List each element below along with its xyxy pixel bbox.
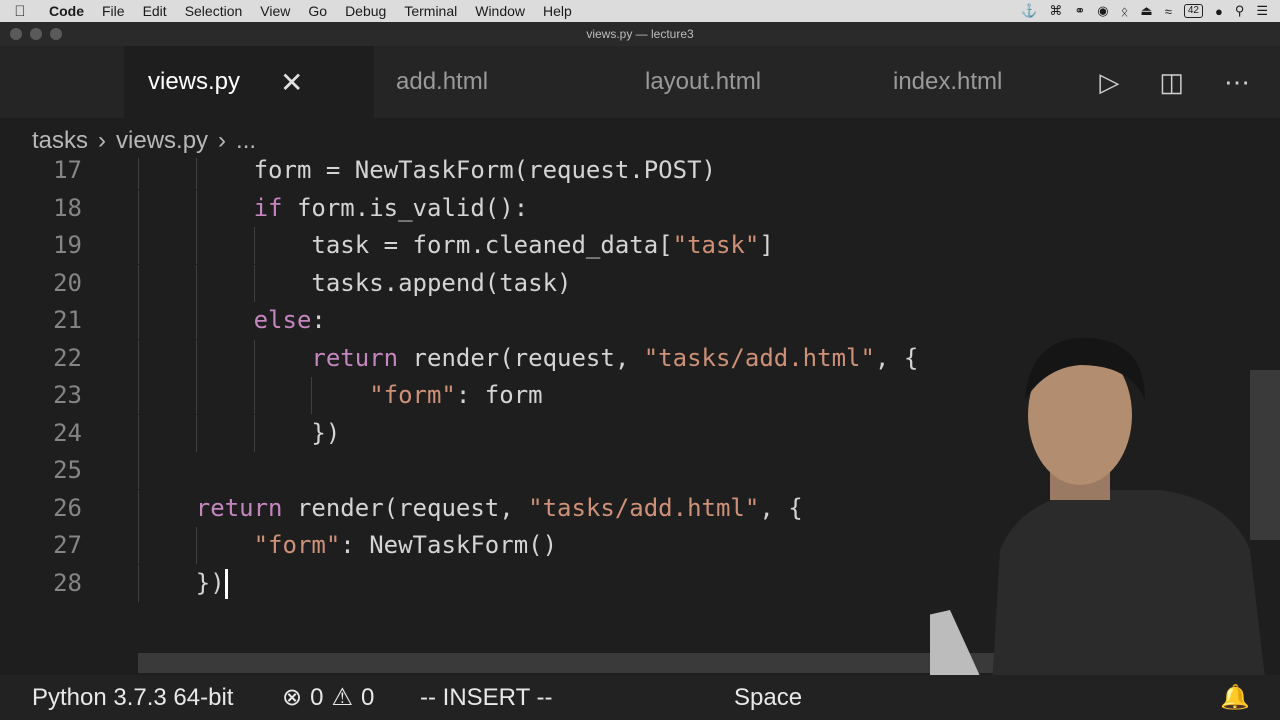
window-title: views.py — lecture3 [586,27,694,41]
line-number: 18 [53,193,82,222]
line-number: 19 [53,231,82,259]
line-number: 26 [53,493,82,522]
run-icon[interactable]: ▷ [1099,67,1119,98]
wifi-icon[interactable]: ≈ [1165,4,1172,19]
tab-index-html[interactable]: index.html [893,46,1002,118]
menu-terminal[interactable]: Terminal [395,0,466,22]
eject-icon[interactable]: ⏏ [1140,3,1152,19]
breadcrumb: tasks › views.py › ... [32,124,256,158]
menu-help[interactable]: Help [534,0,581,22]
record-icon[interactable]: ◉ [1097,3,1108,19]
notifications-bell-icon[interactable]: 🔔 [1220,675,1250,720]
code-line[interactable]: 19 task = form.cleaned_data["task"] [0,227,1250,264]
glasses-icon[interactable]: ⚭ [1074,3,1085,19]
window-titlebar: views.py — lecture3 [0,22,1280,46]
docker-icon[interactable]: ⚓ [1021,3,1037,19]
line-number: 23 [53,381,82,409]
tab-add-html[interactable]: add.html [396,46,488,118]
code-text: return render(request, "tasks/add.html",… [195,493,803,522]
minimize-window-button[interactable] [30,28,42,40]
warning-count: 0 [360,683,375,711]
indent-guide [138,452,139,489]
tab-layout-html[interactable]: layout.html [645,46,761,118]
python-interpreter[interactable]: Python 3.7.3 64-bit [32,675,233,720]
chevron-right-icon: › [218,127,227,154]
battery-icon[interactable]: 42 [1183,4,1203,18]
tab-label: add.html [396,68,489,95]
code-line[interactable]: 17 form = NewTaskForm(request.POST) [0,158,1250,189]
code-line[interactable]: 18 if form.is_valid(): [0,189,1250,227]
breadcrumb-file[interactable]: views.py [116,127,208,155]
menu-selection[interactable]: Selection [176,0,252,22]
tab-views-py[interactable]: views.py ✕ [124,46,374,118]
line-number: 25 [53,456,82,484]
menu-file[interactable]: File [93,0,134,22]
menubar-status-area: ⚓ ⌘ ⚭ ◉ ᛟ ⏏ ≈ 42 ● ⚲ ☰ [1021,3,1280,19]
editor-actions: ▷ ◫ ⋯ [1099,46,1250,118]
line-number: 17 [53,158,82,184]
close-icon[interactable]: ✕ [280,66,303,99]
code-text: }) [138,418,341,447]
vim-mode: -- INSERT -- [420,683,553,711]
status-bar: Python 3.7.3 64-bit ⊗ 0 ⚠ 0 -- INSERT --… [0,675,1280,720]
line-number: 20 [53,268,82,297]
code-text: else: [253,306,326,334]
spotlight-search-icon[interactable]: ⚲ [1235,3,1245,19]
line-number: 28 [53,568,82,597]
tab-label: views.py [148,68,241,95]
user-icon[interactable]: ● [1215,4,1223,19]
menu-debug[interactable]: Debug [336,0,395,22]
warning-icon: ⚠ [331,684,353,711]
problems-indicator[interactable]: ⊗ 0 ⚠ 0 [282,675,374,720]
line-number: 22 [53,343,82,372]
app-menu[interactable]: Code [40,0,93,22]
line-number: 24 [53,418,82,447]
menu-view[interactable]: View [251,0,299,22]
window-controls [10,28,62,40]
code-text: task = form.cleaned_data["task"] [138,231,774,259]
text-caret [224,568,228,599]
code-text: tasks.append(task) [138,268,572,297]
error-count: 0 [310,683,324,711]
error-icon: ⊗ [282,684,303,711]
close-window-button[interactable] [10,28,22,40]
zoom-window-button[interactable] [50,28,62,40]
menu-go[interactable]: Go [299,0,336,22]
bluetooth-icon[interactable]: ᛟ [1121,4,1129,19]
indentation-setting[interactable]: Space [734,675,802,720]
tab-label: index.html [893,68,1003,95]
more-actions-icon[interactable]: ⋯ [1224,67,1250,98]
code-line[interactable]: 20 tasks.append(task) [0,264,1250,302]
menu-window[interactable]: Window [466,0,534,22]
line-number: 21 [53,306,82,334]
command-icon[interactable]: ⌘ [1049,3,1062,19]
code-text: if form.is_valid(): [253,193,529,222]
line-number: 27 [53,531,82,559]
code-text: return render(request, "tasks/add.html",… [311,343,919,372]
editor-tab-bar: views.py ✕ add.html layout.html index.ht… [0,46,1280,118]
code-text: form = NewTaskForm(request.POST) [138,158,716,184]
notification-center-icon[interactable]: ☰ [1256,3,1268,19]
apple-menu-icon[interactable]:  [0,3,40,20]
breadcrumb-folder[interactable]: tasks [32,127,88,155]
presenter-video-overlay [930,337,1270,720]
code-text: }) [138,565,228,602]
breadcrumb-symbol[interactable]: ... [236,127,256,155]
menu-edit[interactable]: Edit [134,0,176,22]
tab-label: layout.html [645,68,762,95]
code-text: "form": NewTaskForm() [253,531,558,559]
code-text: "form": form [369,381,543,409]
split-editor-icon[interactable]: ◫ [1159,67,1184,98]
chevron-right-icon: › [98,127,107,154]
macos-menubar:  Code File Edit Selection View Go Debug… [0,0,1280,22]
